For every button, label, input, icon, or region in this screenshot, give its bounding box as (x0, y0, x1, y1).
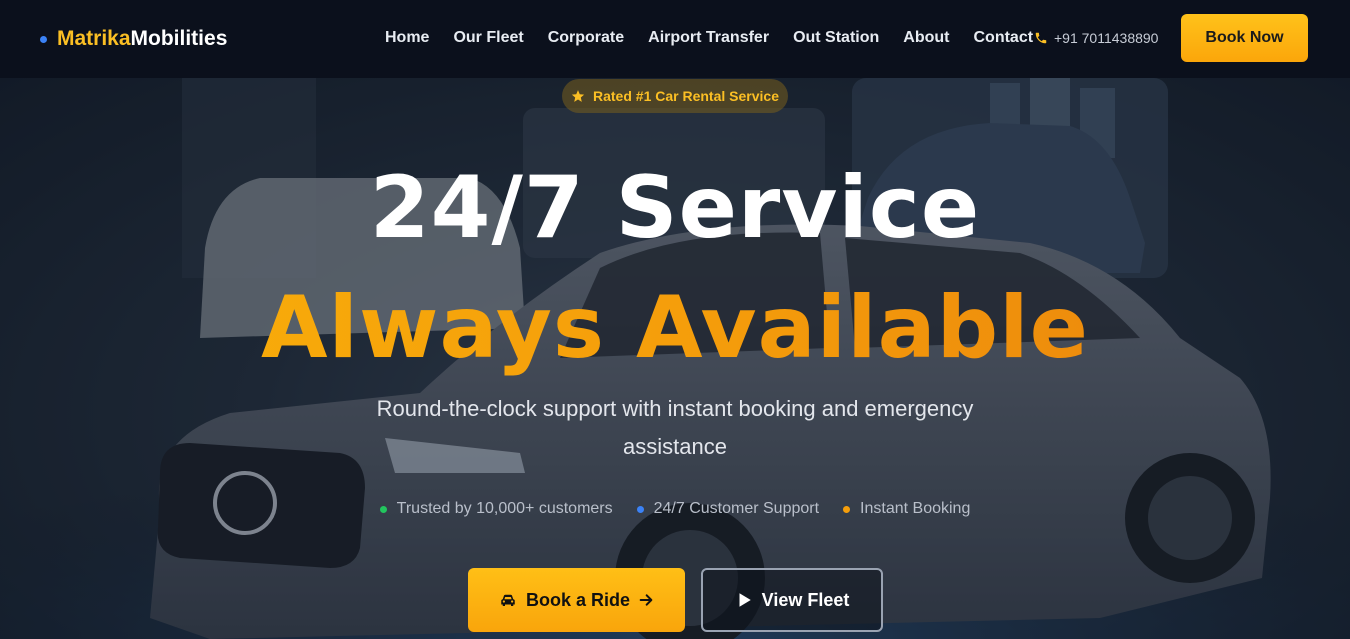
trust-indicators: Trusted by 10,000+ customers 24/7 Custom… (0, 500, 1350, 518)
nav-corporate[interactable]: Corporate (548, 29, 624, 47)
phone-link[interactable]: +91 7011438890 (1034, 30, 1158, 46)
book-now-button[interactable]: Book Now (1181, 14, 1308, 62)
book-a-ride-label: Book a Ride (525, 589, 631, 610)
view-fleet-label: View Fleet (761, 589, 850, 610)
blue-dot-icon (636, 505, 644, 513)
trust-item-customers: Trusted by 10,000+ customers (379, 500, 613, 518)
logo-dot-icon (40, 35, 47, 43)
brand-name-part1: Matrika (57, 27, 131, 50)
nav-our-fleet[interactable]: Our Fleet (453, 29, 523, 47)
trust-item-booking: Instant Booking (843, 500, 970, 518)
green-dot-icon (379, 505, 387, 513)
star-icon (571, 90, 585, 102)
view-fleet-button[interactable]: View Fleet (701, 568, 883, 632)
hero-section: Rated #1 Car Rental Service 24/7 Service… (0, 78, 1350, 639)
hero-subtitle: Round-the-clock support with instant boo… (376, 396, 974, 459)
badge-text: Rated #1 Car Rental Service (593, 88, 779, 104)
trust-item-label: Trusted by 10,000+ customers (396, 500, 613, 517)
nav-about[interactable]: About (903, 29, 949, 47)
car-icon (501, 594, 515, 606)
arrow-right-icon (639, 594, 653, 606)
trust-item-label: Instant Booking (860, 500, 971, 517)
nav-out-station[interactable]: Out Station (793, 29, 879, 47)
trust-item-support: 24/7 Customer Support (636, 500, 820, 518)
book-a-ride-button[interactable]: Book a Ride (468, 568, 685, 632)
rating-badge: Rated #1 Car Rental Service (562, 79, 788, 113)
hero-title-line2: Always Available (0, 278, 1350, 378)
phone-icon (1035, 32, 1047, 44)
nav-home[interactable]: Home (385, 29, 429, 47)
play-icon (739, 593, 751, 607)
orange-dot-icon (843, 505, 851, 513)
navbar: Matrika Mobilities Home Our Fleet Corpor… (0, 0, 1350, 78)
brand-logo[interactable]: Matrika Mobilities (40, 27, 227, 51)
nav-links: Home Our Fleet Corporate Airport Transfe… (385, 29, 1057, 47)
trust-item-label: 24/7 Customer Support (653, 500, 820, 517)
nav-contact[interactable]: Contact (973, 29, 1033, 47)
brand-name-part2: Mobilities (130, 27, 228, 50)
hero-title-line1: 24/7 Service (369, 158, 981, 258)
phone-number: +91 7011438890 (1054, 30, 1159, 46)
nav-airport-transfer[interactable]: Airport Transfer (648, 29, 769, 47)
